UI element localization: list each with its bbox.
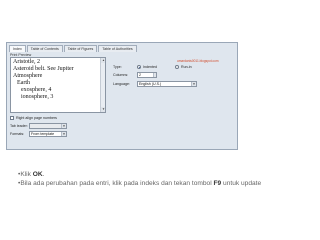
indented-label: Indented — [143, 65, 157, 69]
index-dialog: Index Table of Contents Table of Figures… — [6, 42, 238, 150]
slide: Index Table of Contents Table of Figures… — [0, 0, 320, 240]
formats-select[interactable]: From template ▼ — [29, 131, 67, 137]
language-value: English (U.S.) — [139, 82, 162, 86]
preview-scrollbar[interactable]: ▲ ▼ — [100, 58, 105, 112]
language-select[interactable]: English (U.S.) ▼ — [137, 81, 197, 87]
preview-line: Earth — [17, 80, 30, 86]
preview-line: Atmosphere — [13, 73, 43, 79]
tab-leader-select: ▼ — [29, 123, 67, 129]
runin-radio[interactable] — [175, 65, 179, 69]
preview-line: Aristotle, 2 — [13, 59, 40, 65]
columns-label: Columns: — [113, 73, 129, 77]
columns-value: 2 — [139, 73, 141, 77]
bullet-text: untuk update — [221, 180, 262, 187]
formats-label: Formats: — [10, 132, 25, 136]
language-label: Language: — [113, 82, 130, 86]
indented-radio[interactable] — [137, 65, 141, 69]
dialog-tabs: Index Table of Contents Table of Figures… — [9, 45, 138, 52]
type-label: Type: — [113, 65, 122, 69]
preview-line: Asteroid belt. See Jupiter — [13, 66, 74, 72]
right-align-label: Right align page numbers — [16, 116, 57, 120]
tab-table-of-contents[interactable]: Table of Contents — [26, 45, 63, 52]
formats-value: From template — [31, 132, 55, 136]
columns-row: Columns: — [113, 73, 128, 77]
formats-row: Formats: — [10, 132, 24, 136]
chevron-down-icon[interactable]: ▼ — [61, 132, 66, 136]
type-label-text: Type: — [113, 65, 122, 69]
bullet-text: Bila ada perubahan pada entri, klik pada… — [20, 180, 214, 187]
bullet-text: Klik — [20, 171, 33, 178]
scroll-down-icon[interactable]: ▼ — [101, 107, 105, 112]
chevron-down-icon[interactable]: ▼ — [191, 82, 196, 86]
preview-line: exosphere, 4 — [21, 87, 52, 93]
bullet-item: •Bila ada perubahan pada entri, klik pad… — [18, 180, 262, 187]
tab-leader-label: Tab leader: — [10, 124, 28, 128]
bullet-text: . — [42, 171, 45, 178]
language-row: Language: — [113, 82, 130, 86]
bullet-item: •Klik OK. — [18, 171, 45, 178]
instruction-list: •Klik OK. •Bila ada perubahan pada entri… — [18, 170, 318, 188]
tab-leader-row: Tab leader: — [10, 124, 28, 128]
right-align-checkbox[interactable] — [10, 116, 14, 120]
stepper-arrows-icon[interactable] — [153, 73, 156, 77]
chevron-down-icon: ▼ — [61, 124, 66, 128]
preview-line: ionosphere, 3 — [21, 94, 54, 100]
right-align-option[interactable]: Right align page numbers — [10, 116, 57, 120]
runin-label: Run-in — [181, 65, 192, 69]
type-runin-option[interactable]: Run-in — [175, 65, 192, 69]
watermark-text: umardanis0011.blogspot.com — [177, 59, 219, 63]
columns-stepper[interactable]: 2 — [137, 72, 157, 78]
scroll-up-icon[interactable]: ▲ — [101, 58, 105, 63]
type-indented-option[interactable]: Indented — [137, 65, 157, 69]
tab-table-of-figures[interactable]: Table of Figures — [63, 45, 98, 52]
tab-index[interactable]: Index — [9, 45, 26, 52]
print-preview-box[interactable]: Aristotle, 2 Asteroid belt. See Jupiter … — [10, 57, 106, 113]
tab-table-of-authorities[interactable]: Table of Authorities — [98, 45, 137, 52]
bullet-bold: OK — [32, 171, 43, 178]
